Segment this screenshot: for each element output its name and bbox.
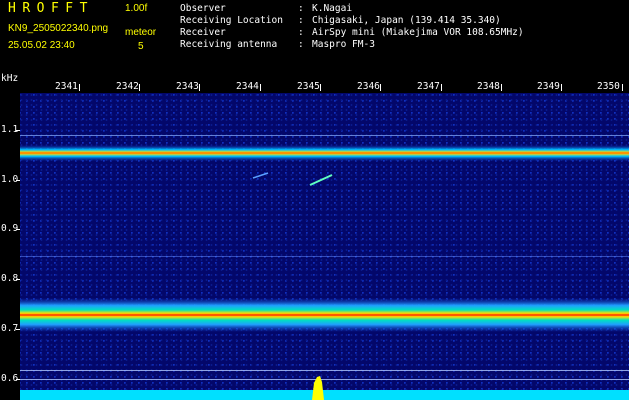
x-tick-mark: [380, 84, 381, 91]
version-label: 1.00f: [125, 3, 148, 14]
x-tick-label: 2348: [477, 81, 500, 92]
x-tick-mark: [320, 84, 321, 91]
info-sep: :: [298, 15, 304, 26]
info-row-antenna: Receiving antenna : Maspro FM-3: [180, 39, 524, 51]
signal-band-lower: [20, 298, 629, 332]
x-tick-mark: [79, 84, 80, 91]
signal-band-upper: [20, 145, 629, 161]
x-tick-mark: [139, 84, 140, 91]
observation-info: Observer : K.Nagai Receiving Location : …: [180, 3, 524, 51]
info-value: Chigasaki, Japan (139.414 35.340): [312, 15, 501, 26]
info-label: Receiving Location: [180, 15, 283, 26]
info-label: Receiving antenna: [180, 39, 278, 50]
carrier-line: [20, 135, 629, 136]
carrier-line: [20, 370, 629, 371]
info-sep: :: [298, 27, 304, 38]
meteor-echo: [252, 172, 269, 179]
x-tick-label: 2349: [537, 81, 560, 92]
meteor-count: 5: [138, 41, 144, 52]
x-tick-mark: [622, 84, 623, 91]
meteor-label: meteor: [125, 27, 157, 38]
meteor-echo: [309, 174, 333, 186]
info-sep: :: [298, 39, 304, 50]
spectrogram-plot: [20, 93, 629, 400]
y-unit-label: kHz: [1, 73, 19, 84]
app-logo: HROFFT: [8, 1, 94, 16]
info-value: AirSpy mini (Miakejima VOR 108.65MHz): [312, 27, 524, 38]
carrier-line: [20, 379, 629, 380]
info-value: Maspro FM-3: [312, 39, 375, 50]
spectrogram-canvas: [20, 135, 629, 400]
x-tick-label: 2345: [297, 81, 320, 92]
x-tick-label: 2343: [176, 81, 199, 92]
info-sep: :: [298, 3, 304, 14]
x-tick-label: 2346: [357, 81, 380, 92]
x-tick-label: 2350: [597, 81, 620, 92]
info-label: Observer: [180, 3, 226, 14]
info-value: K.Nagai: [312, 3, 353, 14]
info-row-location: Receiving Location : Chigasaki, Japan (1…: [180, 15, 524, 27]
filename-label: KN9_2505022340.png: [8, 23, 109, 34]
x-tick-label: 2341: [55, 81, 78, 92]
x-tick-mark: [561, 84, 562, 91]
x-tick-label: 2344: [236, 81, 259, 92]
x-tick-label: 2342: [116, 81, 139, 92]
x-tick-mark: [260, 84, 261, 91]
x-tick-mark: [199, 84, 200, 91]
info-row-receiver: Receiver : AirSpy mini (Miakejima VOR 10…: [180, 27, 524, 39]
carrier-line: [20, 256, 629, 257]
timestamp-label: 25.05.02 23:40: [8, 40, 75, 51]
info-row-observer: Observer : K.Nagai: [180, 3, 524, 15]
x-tick-mark: [501, 84, 502, 91]
baseline-strip: [20, 390, 629, 400]
info-label: Receiver: [180, 27, 226, 38]
x-tick-mark: [441, 84, 442, 91]
x-tick-label: 2347: [417, 81, 440, 92]
